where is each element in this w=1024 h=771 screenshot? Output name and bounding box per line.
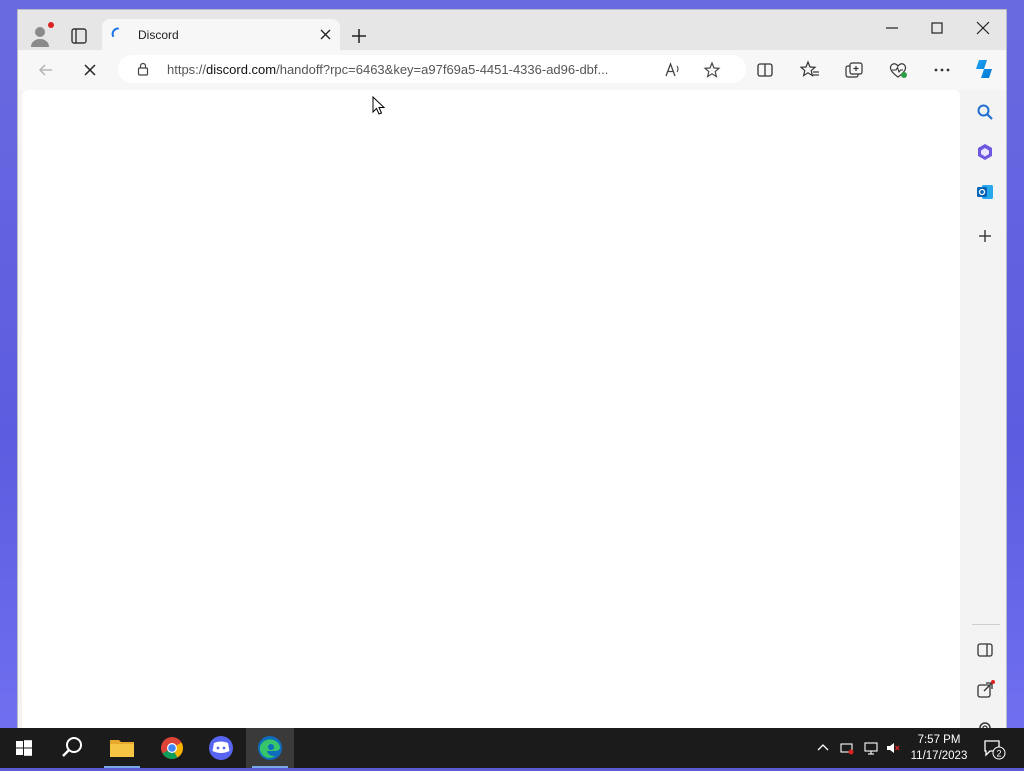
add-plus-icon[interactable] bbox=[975, 226, 995, 246]
maximize-icon[interactable] bbox=[923, 18, 951, 38]
taskbar-chrome[interactable] bbox=[148, 728, 196, 768]
stop-loading-icon[interactable] bbox=[80, 60, 100, 80]
tab-actions-button[interactable] bbox=[68, 25, 90, 47]
start-button[interactable] bbox=[0, 728, 48, 768]
profile-button[interactable] bbox=[28, 22, 54, 48]
url-text[interactable]: https://discord.com/handoff?rpc=6463&key… bbox=[167, 62, 659, 77]
chrome-icon bbox=[161, 737, 183, 759]
minimize-icon[interactable] bbox=[878, 18, 906, 38]
search-icon bbox=[62, 737, 82, 757]
loading-spinner-icon bbox=[111, 27, 119, 37]
volume-muted-icon[interactable] bbox=[886, 741, 900, 755]
browser-essentials-icon[interactable] bbox=[888, 60, 908, 80]
favorite-star-icon[interactable] bbox=[703, 61, 721, 79]
split-screen-icon[interactable] bbox=[755, 60, 775, 80]
taskbar-search-button[interactable] bbox=[48, 728, 96, 768]
settings-gear-icon[interactable] bbox=[975, 718, 995, 728]
favorites-icon[interactable] bbox=[800, 60, 820, 80]
edge-sidebar bbox=[964, 90, 1006, 728]
windows-taskbar: 7:57 PM 11/17/2023 2 bbox=[0, 728, 1024, 768]
mouse-cursor-icon bbox=[372, 96, 386, 115]
more-options-icon[interactable] bbox=[932, 60, 952, 80]
network-icon[interactable] bbox=[864, 741, 878, 755]
hide-sidebar-icon[interactable] bbox=[975, 640, 995, 660]
notification-count: 2 bbox=[996, 749, 1001, 759]
new-tab-button[interactable] bbox=[348, 25, 370, 47]
back-icon[interactable] bbox=[36, 60, 56, 80]
notification-icon: 2 bbox=[984, 740, 1006, 760]
plus-icon bbox=[352, 29, 366, 43]
show-hidden-icons-chevron-up-icon[interactable] bbox=[816, 741, 830, 755]
page-content bbox=[22, 90, 960, 728]
url-scheme: https:// bbox=[167, 62, 207, 77]
microsoft-365-icon[interactable] bbox=[975, 142, 995, 162]
edge-icon bbox=[258, 736, 282, 760]
copilot-icon[interactable] bbox=[972, 57, 996, 81]
tab-actions-icon bbox=[71, 28, 87, 44]
clock-date: 11/17/2023 bbox=[910, 750, 968, 762]
external-link-icon[interactable] bbox=[975, 680, 995, 700]
clock-time: 7:57 PM bbox=[917, 734, 961, 746]
system-clock[interactable]: 7:57 PM 11/17/2023 bbox=[906, 732, 972, 764]
outlook-icon[interactable] bbox=[975, 182, 995, 202]
search-icon[interactable] bbox=[975, 102, 995, 122]
profile-icon bbox=[31, 27, 49, 47]
close-window-icon[interactable] bbox=[969, 18, 997, 38]
collections-icon[interactable] bbox=[844, 60, 864, 80]
url-path: /handoff?rpc=6463&key=a97f69a5-4451-4336… bbox=[276, 62, 609, 77]
taskbar-file-explorer[interactable] bbox=[98, 728, 146, 768]
read-aloud-icon[interactable] bbox=[664, 61, 682, 79]
taskbar-edge[interactable] bbox=[246, 728, 294, 768]
address-bar[interactable]: https://discord.com/handoff?rpc=6463&key… bbox=[118, 55, 746, 83]
discord-icon bbox=[209, 736, 233, 760]
lock-icon[interactable] bbox=[136, 62, 150, 76]
profile-notification-dot bbox=[48, 22, 54, 28]
file-explorer-icon bbox=[110, 740, 134, 757]
url-host: discord.com bbox=[206, 62, 277, 77]
sidebar-divider bbox=[972, 624, 1000, 625]
tab-title: Discord bbox=[138, 28, 179, 42]
tab-bar: Discord bbox=[18, 10, 1006, 50]
close-tab-icon[interactable] bbox=[319, 28, 332, 41]
navigation-bar: https://discord.com/handoff?rpc=6463&key… bbox=[18, 50, 1006, 90]
edge-browser-window: Discord https://discord.com/handoff?rpc=… bbox=[18, 10, 1006, 728]
taskbar-discord[interactable] bbox=[197, 728, 245, 768]
safely-remove-hardware-icon[interactable] bbox=[840, 741, 854, 755]
action-center-button[interactable]: 2 bbox=[982, 736, 1008, 762]
tab-discord[interactable]: Discord bbox=[102, 19, 340, 50]
windows-start-icon bbox=[16, 740, 32, 756]
